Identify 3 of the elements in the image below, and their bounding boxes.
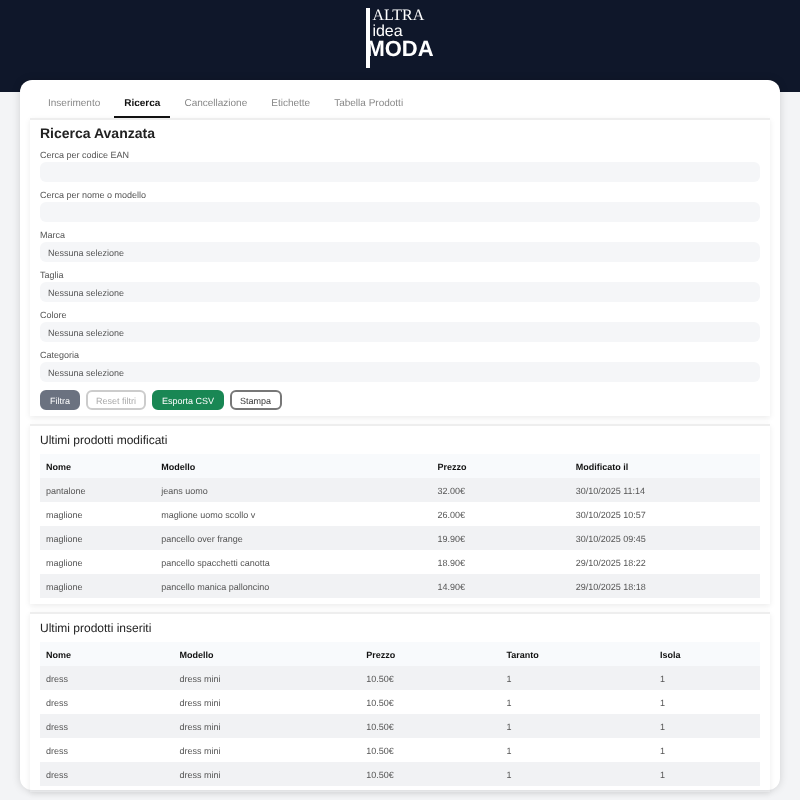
logo-text: ALTRA (372, 8, 427, 24)
logo-bar-icon (366, 8, 371, 68)
logo-text: idea (372, 24, 405, 40)
